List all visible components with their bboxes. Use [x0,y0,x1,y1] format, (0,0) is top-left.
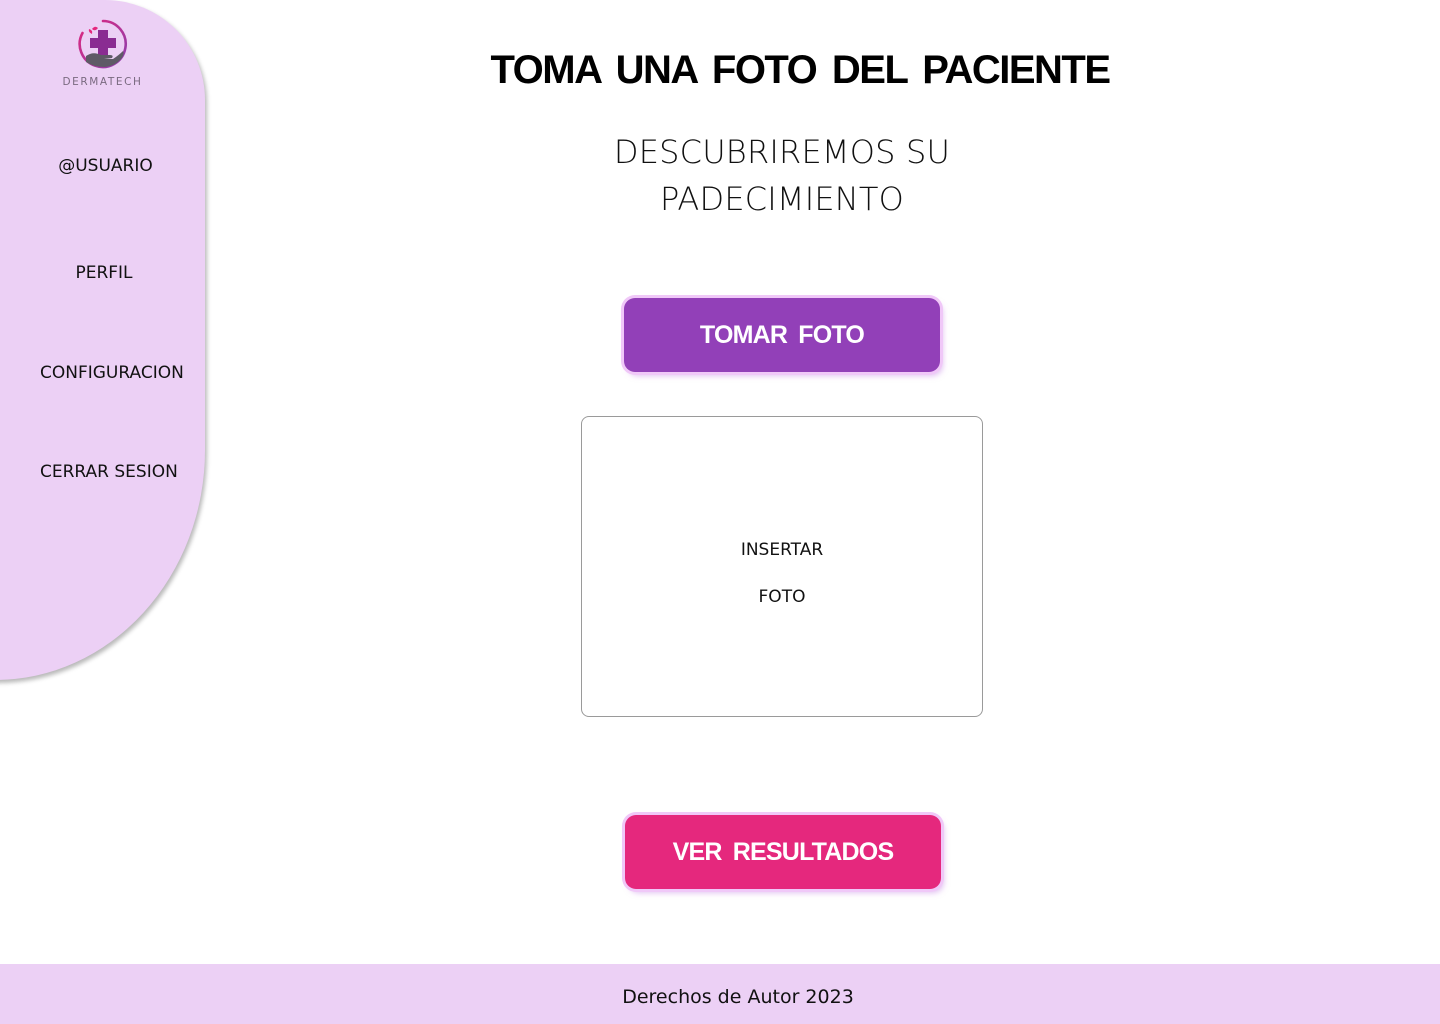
subtitle-line-2: PADECIMIENTO [659,180,905,218]
subtitle-line-1: DESCUBRIREMOS SU [613,133,951,171]
photo-placeholder-line-1: INSERTAR [740,540,824,560]
footer: Derechos de Autor 2023 [0,964,1440,1024]
brand-name: DERMATECH [62,76,143,88]
photo-drop-area[interactable]: INSERTAR FOTO [581,416,983,717]
sidebar-item-logout[interactable]: CERRAR SESION [40,462,178,482]
take-photo-button[interactable]: TOMAR FOTO [624,298,940,372]
photo-placeholder-line-2: FOTO [758,587,806,607]
view-results-button[interactable]: VER RESULTADOS [625,815,941,889]
medical-cross-hand-icon [77,19,127,69]
sidebar [0,0,205,680]
sidebar-item-settings[interactable]: CONFIGURACION [40,363,184,383]
page-subtitle: DESCUBRIREMOS SU PADECIMIENTO [540,129,1024,223]
brand[interactable]: DERMATECH [40,18,165,88]
sidebar-item-user[interactable]: @USUARIO [44,156,167,176]
sidebar-item-profile[interactable]: PERFIL [40,263,168,283]
page-title: TOMA UNA FOTO DEL PACIENTE [490,48,1111,92]
copyright-text: Derechos de Autor 2023 [622,986,854,1008]
